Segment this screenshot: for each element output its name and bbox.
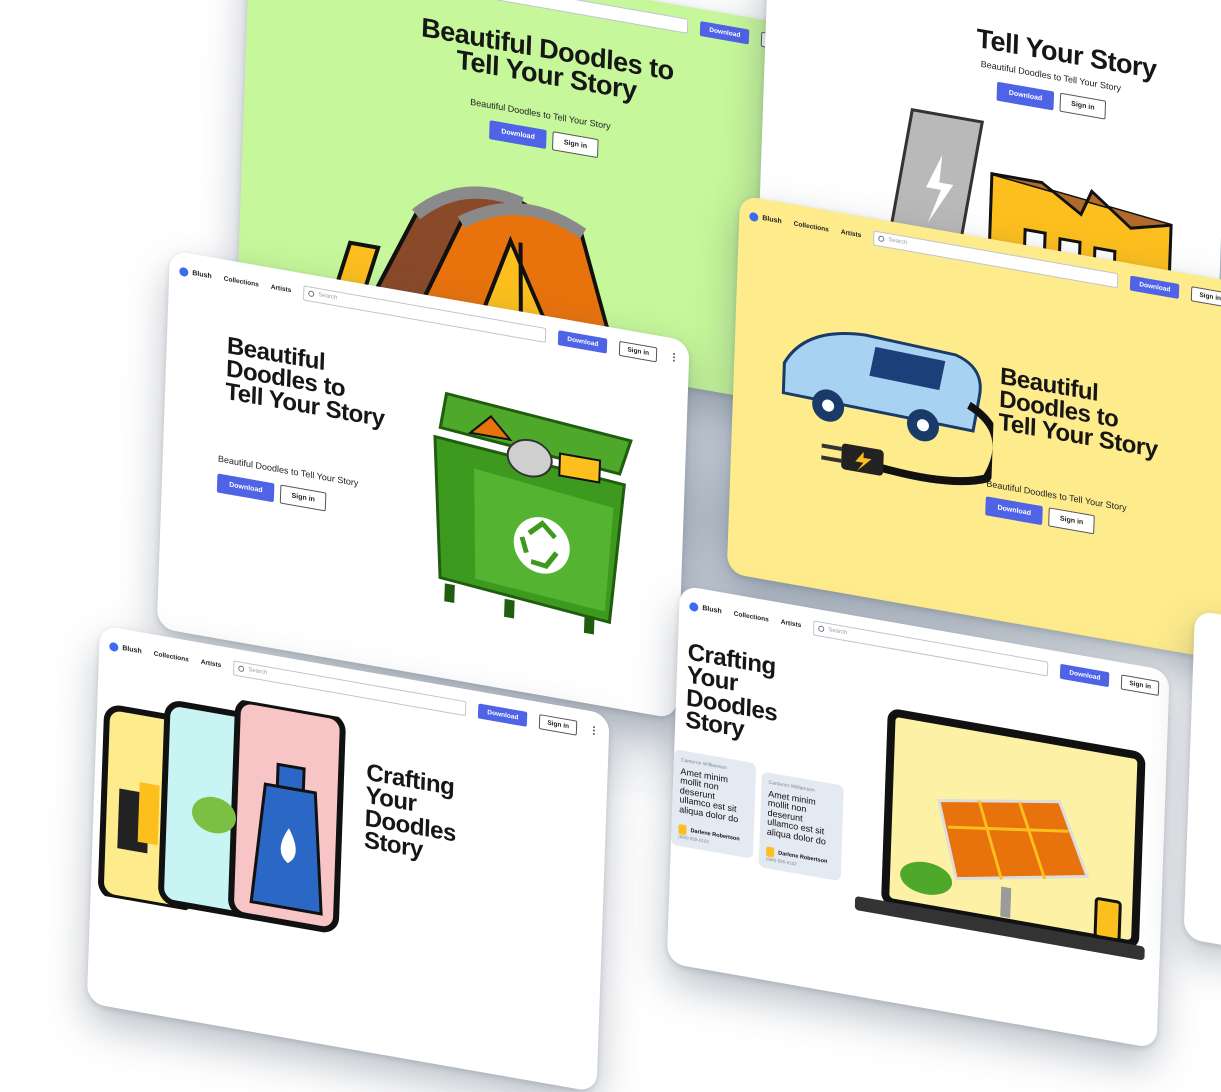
dumpster-illustration — [433, 391, 633, 635]
search-input[interactable]: Search — [813, 619, 1049, 677]
hero-title: Beautiful Doodles to Tell Your Story — [998, 362, 1159, 463]
nav-artists[interactable]: Artists — [271, 283, 292, 294]
laptop-solar-illustration — [854, 709, 1146, 961]
nav-collections[interactable]: Collections — [794, 220, 829, 233]
hero-download-button[interactable]: Download — [216, 473, 275, 503]
phones-card: Blush Collections Artists Search Downloa… — [86, 625, 610, 1092]
testimonial-text: Amet minim mollit non deserunt ullamco e… — [766, 788, 827, 847]
nav-artists[interactable]: Artists — [841, 228, 862, 239]
phones-illustration — [98, 698, 346, 933]
search-icon — [238, 665, 245, 673]
hero-title: Crafting Your Doodles Story — [684, 638, 778, 744]
hero-download-button[interactable]: Download — [489, 120, 548, 150]
search-icon — [308, 290, 315, 298]
more-menu-icon[interactable]: ⋮ — [669, 351, 679, 364]
hero-sign-in-button[interactable]: Sign in — [1048, 507, 1095, 535]
brand-logo[interactable]: Blush — [179, 266, 212, 281]
logo-icon — [109, 641, 119, 652]
nav-collections[interactable]: Collections — [224, 275, 259, 288]
sign-in-button[interactable]: Sign in — [619, 340, 658, 362]
sign-in-button[interactable]: Sign in — [539, 713, 578, 736]
testimonial-card: Cameron Williamson Amet minim mollit non… — [758, 771, 844, 882]
laptop-card: Blush Collections Artists Search Downloa… — [666, 585, 1170, 1049]
electric-car-illustration — [781, 332, 997, 486]
brand-logo[interactable]: Blush — [749, 211, 782, 226]
brand-logo[interactable]: Blush — [109, 641, 142, 656]
hero-sign-in-button[interactable]: Sign in — [552, 131, 599, 159]
more-menu-icon[interactable]: ⋮ — [589, 724, 599, 737]
logo-icon — [749, 211, 759, 222]
sign-in-button[interactable]: Sign in — [1121, 674, 1160, 696]
search-icon — [818, 625, 825, 633]
nav-artists[interactable]: Artists — [781, 618, 802, 629]
download-button[interactable]: Download — [700, 20, 750, 45]
hero-sign-in-button[interactable]: Sign in — [280, 484, 327, 512]
sign-in-button[interactable]: Sign in — [1191, 285, 1221, 308]
hero-download-button[interactable]: Download — [996, 81, 1055, 111]
download-button[interactable]: Download — [1130, 275, 1180, 299]
hero-sign-in-button[interactable]: Sign in — [1059, 92, 1106, 120]
brand-logo[interactable]: Blush — [689, 601, 722, 616]
nav-collections[interactable]: Collections — [734, 610, 769, 623]
search-icon — [878, 235, 885, 243]
logo-icon — [179, 266, 189, 277]
edge-card — [1183, 610, 1221, 949]
download-button[interactable]: Download — [1060, 663, 1110, 687]
showcase-canvas: Search Download Sign in Beautiful Doodle… — [0, 0, 1221, 1092]
hero-title: Beautiful Doodles to Tell Your Story — [420, 12, 675, 106]
download-button[interactable]: Download — [558, 329, 608, 354]
testimonial-card: Cameron Williamson Amet minim mollit non… — [670, 749, 757, 859]
testimonial-text: Amet minim mollit non deserunt ullamco e… — [679, 766, 739, 825]
download-button[interactable]: Download — [478, 702, 528, 727]
nav-collections[interactable]: Collections — [154, 650, 189, 663]
hero-title: Beautiful Doodles to Tell Your Story — [224, 332, 385, 433]
hero-title: Crafting Your Doodles Story — [363, 758, 457, 865]
logo-icon — [689, 601, 699, 612]
nav-artists[interactable]: Artists — [201, 658, 222, 669]
hero-download-button[interactable]: Download — [985, 496, 1044, 526]
